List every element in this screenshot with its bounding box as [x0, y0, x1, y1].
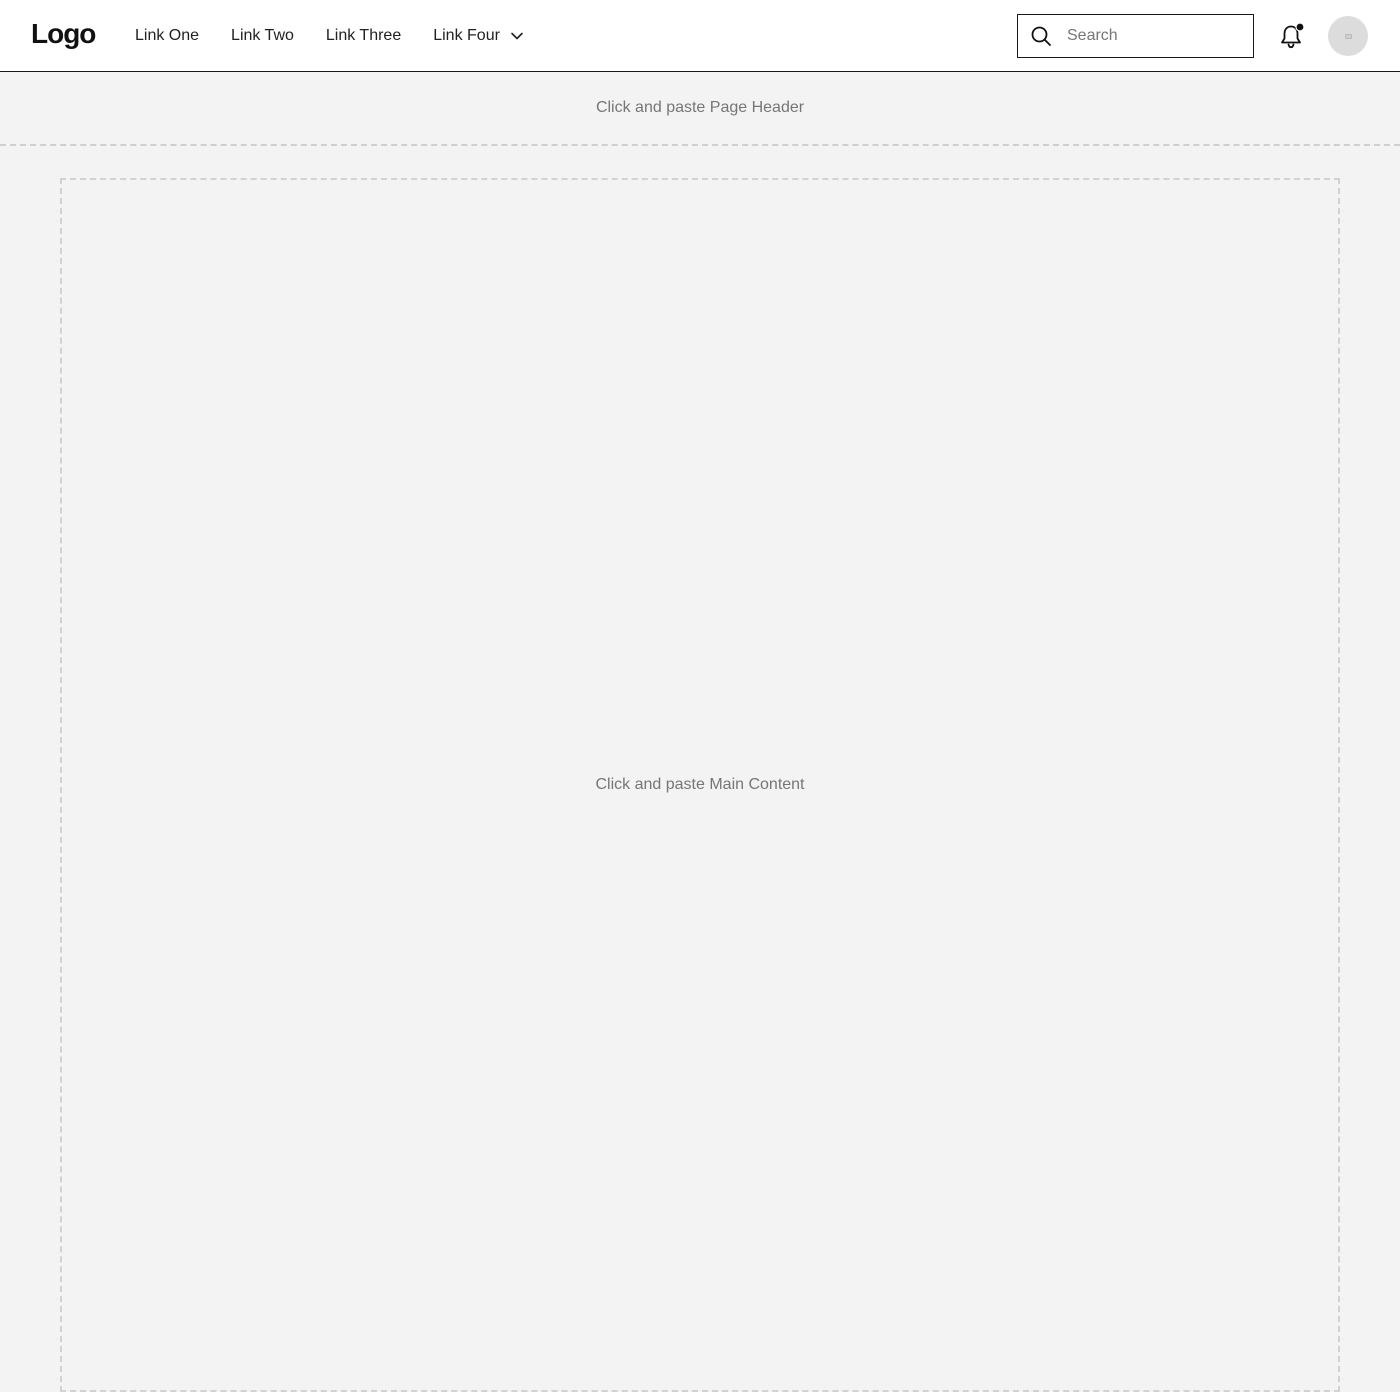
- page-header-text: Click and paste Page Header: [595, 99, 805, 116]
- page-header-placeholder[interactable]: Click and paste Page Header: [0, 72, 1400, 146]
- nav-link-label: Link Four: [433, 26, 500, 44]
- avatar[interactable]: [1328, 16, 1368, 56]
- avatar-placeholder-icon: [1344, 33, 1352, 39]
- main-content-text: Click and paste Main Content: [595, 776, 805, 793]
- logo[interactable]: Logo: [31, 16, 96, 52]
- nav-link-two[interactable]: Link Two: [231, 27, 294, 45]
- search-input[interactable]: [1067, 16, 1237, 56]
- search-field[interactable]: [1017, 14, 1254, 58]
- bell-icon[interactable]: [1278, 22, 1304, 50]
- nav-link-label: Link Three: [325, 26, 402, 44]
- nav-link-three[interactable]: Link Three: [326, 27, 401, 45]
- nav-links: Link One Link Two Link Three Link Four: [135, 0, 556, 71]
- nav-link-four-dropdown[interactable]: Link Four: [433, 27, 524, 45]
- top-navbar: Logo Link One Link Two Link Three Link F…: [0, 0, 1400, 72]
- nav-link-label: Link One: [135, 26, 200, 44]
- chevron-down-icon: [510, 29, 524, 43]
- nav-link-one[interactable]: Link One: [135, 27, 199, 45]
- search-icon: [1030, 25, 1052, 47]
- main-content-placeholder[interactable]: Click and paste Main Content: [60, 178, 1340, 1392]
- nav-link-label: Link Two: [231, 26, 294, 44]
